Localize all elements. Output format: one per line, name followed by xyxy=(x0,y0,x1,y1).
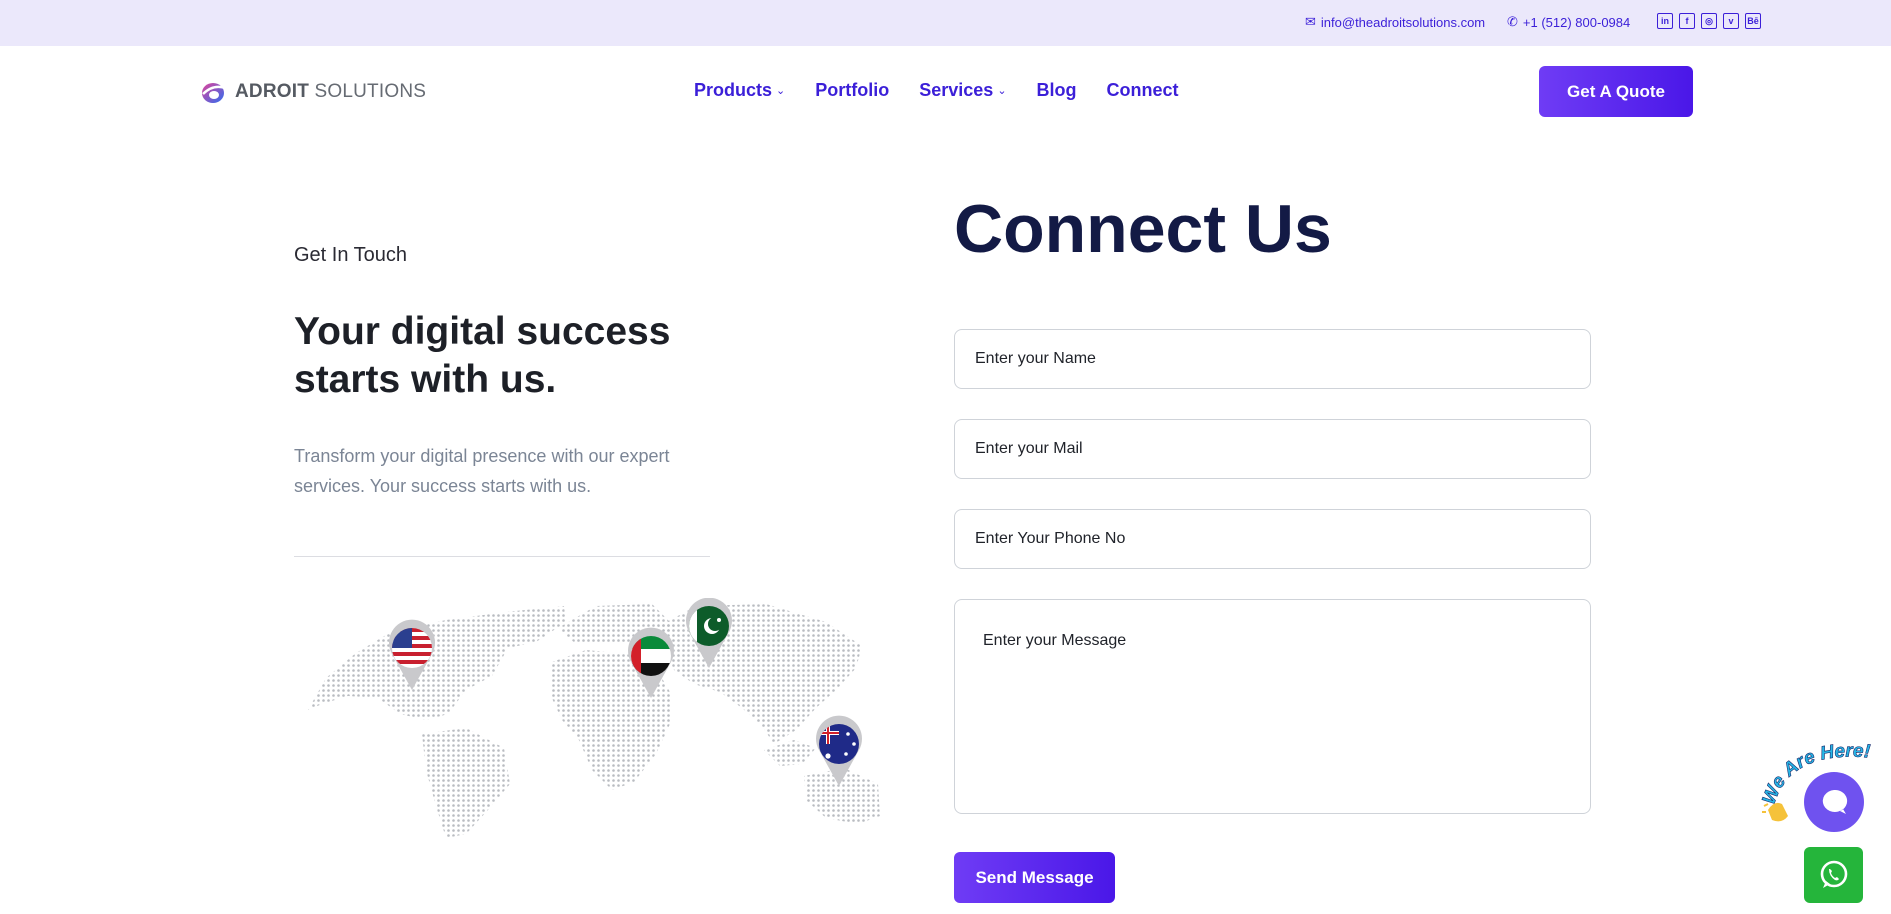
envelope-icon: ✉ xyxy=(1305,14,1316,29)
form-title: Connect Us xyxy=(954,191,1332,267)
chat-widget-button[interactable] xyxy=(1804,772,1864,832)
message-field[interactable] xyxy=(954,599,1591,814)
logo-mark-icon xyxy=(202,83,226,103)
headline: Your digital success starts with us. xyxy=(294,310,671,401)
name-field[interactable] xyxy=(954,329,1591,389)
email-field[interactable] xyxy=(954,419,1591,479)
linkedin-icon[interactable]: in xyxy=(1657,13,1673,29)
phone-link[interactable]: ✆ +1 (512) 800-0984 xyxy=(1507,14,1630,30)
nav-portfolio[interactable]: Portfolio xyxy=(815,80,889,101)
phone-text: +1 (512) 800-0984 xyxy=(1522,14,1631,30)
email-link[interactable]: ✉ info@theadroitsolutions.com xyxy=(1305,14,1485,30)
chat-bubble-icon xyxy=(1822,789,1848,814)
nav-connect[interactable]: Connect xyxy=(1107,80,1179,101)
chevron-down-icon: ⌄ xyxy=(997,85,1007,97)
instagram-icon[interactable]: ◎ xyxy=(1701,13,1717,29)
chevron-down-icon: ⌄ xyxy=(776,85,786,97)
phone-icon: ✆ xyxy=(1507,14,1518,29)
logo-text: ADROIT SOLUTIONS xyxy=(235,81,427,102)
nav-products[interactable]: Products ⌄ xyxy=(694,80,785,101)
nav-services[interactable]: Services ⌄ xyxy=(919,80,1006,101)
send-message-button[interactable]: Send Message xyxy=(954,852,1115,903)
phone-field[interactable] xyxy=(954,509,1591,569)
divider xyxy=(294,556,710,557)
top-bar: ✉ info@theadroitsolutions.com ✆ +1 (512)… xyxy=(0,0,1891,46)
whatsapp-button[interactable] xyxy=(1804,847,1863,903)
facebook-icon[interactable]: f xyxy=(1679,13,1695,29)
social-links: in f ◎ v Bē xyxy=(1657,13,1761,29)
nav-blog[interactable]: Blog xyxy=(1037,80,1077,101)
vimeo-icon[interactable]: v xyxy=(1723,13,1739,29)
world-map-image xyxy=(308,598,880,838)
get-a-quote-button[interactable]: Get A Quote xyxy=(1539,66,1693,117)
lead-paragraph: Transform your digital presence with our… xyxy=(294,446,670,496)
waving-hand-icon xyxy=(1762,802,1788,822)
email-text: info@theadroitsolutions.com xyxy=(1320,14,1486,30)
site-logo[interactable]: ADROIT SOLUTIONS xyxy=(200,80,426,104)
page: ✉ info@theadroitsolutions.com ✆ +1 (512)… xyxy=(0,0,1891,914)
behance-icon[interactable]: Bē xyxy=(1745,13,1761,29)
main-nav: Products ⌄ Portfolio Services ⌄ Blog Conne… xyxy=(694,80,1179,101)
whatsapp-icon xyxy=(1820,860,1847,888)
eyebrow-text: Get In Touch xyxy=(294,244,408,266)
